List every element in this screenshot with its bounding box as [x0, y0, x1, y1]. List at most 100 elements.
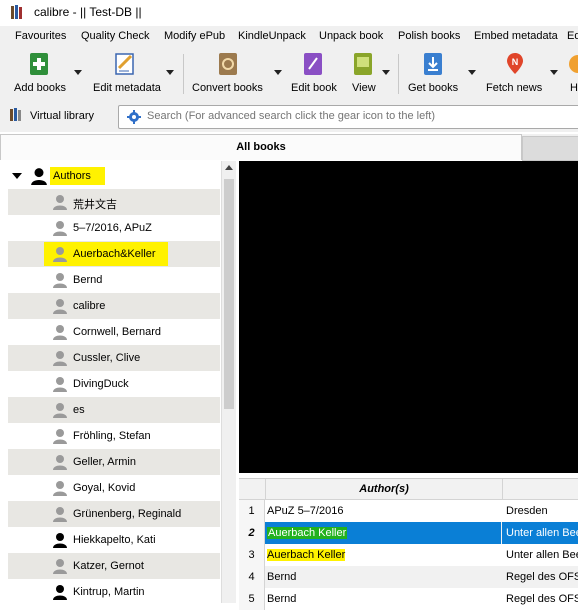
tag-item-label: calibre	[73, 300, 106, 312]
tag-item-label: Geller, Armin	[73, 456, 136, 468]
row-number: 2	[239, 522, 265, 544]
search-row: Virtual library	[0, 100, 578, 132]
convert-books-label: Convert books	[192, 82, 263, 94]
table-row[interactable]: 3 Auerbach Keller Unter allen Bee	[239, 544, 578, 566]
convert-books-button[interactable]: Convert books	[190, 50, 282, 98]
tag-item-author[interactable]: es	[8, 397, 220, 423]
tab-secondary[interactable]	[522, 136, 578, 161]
person-icon	[53, 585, 67, 600]
chevron-down-icon[interactable]	[382, 70, 390, 75]
menu-quality-check[interactable]: Quality Check	[81, 30, 149, 42]
tag-item-author[interactable]: Grünenberg, Reginald	[8, 501, 220, 527]
fetch-news-icon: N	[507, 53, 523, 74]
tag-item-label: Bernd	[73, 274, 103, 286]
gear-icon[interactable]	[127, 110, 141, 124]
tag-item-label: es	[73, 404, 85, 416]
tag-item-author[interactable]: Cussler, Clive	[8, 345, 220, 371]
person-icon	[53, 273, 67, 288]
add-books-button[interactable]: Add books	[12, 50, 82, 98]
tag-item-author[interactable]: Goyal, Kovid	[8, 475, 220, 501]
person-icon	[53, 195, 67, 210]
cell-author[interactable]: Auerbach Keller	[265, 522, 501, 544]
tag-item-author[interactable]: DivingDuck	[8, 371, 220, 397]
virtual-library-button[interactable]: Virtual library	[30, 110, 94, 122]
person-icon	[53, 429, 67, 444]
add-books-label: Add books	[14, 82, 66, 94]
menu-polish-books[interactable]: Polish books	[398, 30, 460, 42]
tag-item-author[interactable]: Bernd	[8, 267, 220, 293]
view-button[interactable]: View	[350, 50, 394, 98]
chevron-down-icon[interactable]	[166, 70, 174, 75]
menu-overflow[interactable]: Ed	[567, 30, 578, 42]
tag-item-label: Auerbach&Keller	[73, 248, 156, 260]
table-row[interactable]: 1 APuZ 5–7/2016 Dresden	[239, 500, 578, 522]
tag-item-author[interactable]: Auerbach&Keller	[8, 241, 220, 267]
cell-author[interactable]: Bernd	[265, 566, 501, 588]
expand-arrow-icon[interactable]	[12, 173, 22, 179]
menu-favourites[interactable]: Favourites	[15, 30, 66, 42]
edit-book-button[interactable]: Edit book	[290, 50, 340, 98]
cell-author-text: APuZ 5–7/2016	[267, 505, 344, 517]
cell-author[interactable]: Bernd	[265, 588, 501, 610]
menu-unpack-book[interactable]: Unpack book	[319, 30, 383, 42]
tag-browser-scrollbar[interactable]	[221, 161, 236, 603]
get-books-icon	[424, 53, 442, 75]
cell-title[interactable]: Dresden	[502, 500, 578, 522]
table-row[interactable]: 5 Bernd Regel des OFS	[239, 588, 578, 610]
search-input[interactable]	[147, 110, 567, 122]
tag-item-label: Grünenberg, Reginald	[73, 508, 182, 520]
scrollbar-thumb[interactable]	[224, 179, 234, 409]
cell-author-text: Bernd	[267, 571, 297, 583]
edit-book-icon	[304, 53, 322, 75]
chevron-down-icon[interactable]	[468, 70, 476, 75]
tag-item-label: DivingDuck	[73, 378, 129, 390]
svg-text:N: N	[512, 57, 519, 67]
chevron-down-icon[interactable]	[74, 70, 82, 75]
cell-title[interactable]: Regel des OFS	[502, 566, 578, 588]
column-header-authors[interactable]: Author(s)	[265, 479, 503, 499]
add-books-icon	[30, 53, 48, 75]
tag-item-author[interactable]: 5–7/2016, APuZ	[8, 215, 220, 241]
tag-item-author[interactable]: 荒井文吉	[8, 189, 220, 215]
fetch-news-button[interactable]: N Fetch news	[484, 50, 564, 98]
cell-title[interactable]: Unter allen Bee	[502, 544, 578, 566]
toolbar-separator	[398, 54, 399, 94]
chevron-down-icon[interactable]	[274, 70, 282, 75]
toolbar-separator	[183, 54, 184, 94]
tab-all-books[interactable]: All books	[0, 134, 522, 160]
get-books-button[interactable]: Get books	[406, 50, 478, 98]
menu-kindleunpack[interactable]: KindleUnpack	[238, 30, 306, 42]
menu-bar: Favourites Quality Check Modify ePub Kin…	[0, 26, 578, 46]
scroll-up-icon[interactable]	[225, 165, 233, 170]
chevron-down-icon[interactable]	[550, 70, 558, 75]
table-row[interactable]: 2 Auerbach Keller Unter allen Bee	[239, 522, 578, 544]
tag-item-author[interactable]: Geller, Armin	[8, 449, 220, 475]
edit-metadata-icon	[115, 53, 134, 75]
tag-category-authors[interactable]: Authors	[0, 163, 220, 189]
cell-title[interactable]: Regel des OFS	[502, 588, 578, 610]
tag-item-author[interactable]: Cornwell, Bernard	[8, 319, 220, 345]
calibre-books-icon	[11, 5, 22, 19]
edit-metadata-button[interactable]: Edit metadata	[92, 50, 177, 98]
tag-item-author[interactable]: Katzer, Gernot	[8, 553, 220, 579]
tag-item-label: Goyal, Kovid	[73, 482, 136, 494]
search-box[interactable]	[118, 105, 578, 129]
view-icon	[354, 53, 372, 75]
cell-author[interactable]: APuZ 5–7/2016	[265, 500, 501, 522]
edit-book-label: Edit book	[291, 82, 337, 94]
person-icon	[53, 351, 67, 366]
tab-bar: All books	[0, 134, 578, 161]
cell-author[interactable]: Auerbach Keller	[265, 544, 501, 566]
tag-item-author[interactable]: Hiekkapelto, Kati	[8, 527, 220, 553]
cell-title[interactable]: Unter allen Bee	[502, 522, 578, 544]
help-icon	[569, 55, 578, 73]
tag-item-author[interactable]: calibre	[8, 293, 220, 319]
virtual-library-icon[interactable]	[10, 108, 24, 122]
tag-item-author[interactable]: Fröhling, Stefan	[8, 423, 220, 449]
tag-item-author[interactable]: Kintrup, Martin	[8, 579, 220, 603]
menu-modify-epub[interactable]: Modify ePub	[164, 30, 225, 42]
table-row[interactable]: 4 Bernd Regel des OFS	[239, 566, 578, 588]
help-label: H	[570, 82, 578, 94]
help-button[interactable]: H	[568, 50, 578, 98]
menu-embed-metadata[interactable]: Embed metadata	[474, 30, 558, 42]
